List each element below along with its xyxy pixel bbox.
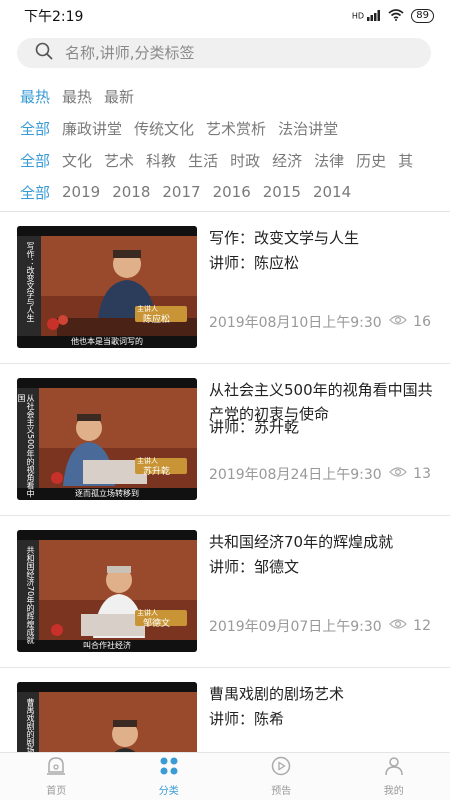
year-chip[interactable]: 2014 — [313, 183, 351, 201]
sort-chip[interactable]: 最热 — [20, 86, 50, 107]
year-chip[interactable]: 2017 — [162, 183, 200, 201]
tab-mine[interactable]: 我的 — [338, 753, 450, 800]
lecture-title[interactable]: 共和国经济70年的辉煌成就 — [209, 530, 441, 554]
status-time: 下午2:19 — [24, 9, 84, 25]
year-chip[interactable]: 全部 — [20, 182, 50, 203]
year-chip[interactable]: 2016 — [213, 183, 251, 201]
eye-icon — [389, 466, 408, 482]
lecturer-name: 讲师：陈希 — [209, 710, 285, 728]
lecture-meta: 2019年09月07日上午9:30 12 — [209, 616, 431, 636]
year-chip[interactable]: 2018 — [112, 183, 150, 201]
view-count: 12 — [389, 618, 431, 634]
category-chip[interactable]: 时政 — [230, 150, 260, 171]
category-icon — [158, 756, 180, 779]
list-item[interactable]: 曹禺戏剧的剧场艺术 曹禺戏剧的剧场艺术 讲师：陈希 — [0, 668, 450, 752]
eye-icon — [389, 618, 408, 634]
search-icon — [35, 42, 53, 64]
user-icon — [383, 756, 405, 779]
lecture-title[interactable]: 写作：改变文学与人生 — [209, 226, 441, 250]
topic-chip[interactable]: 廉政讲堂 — [62, 118, 122, 139]
lecture-date: 2019年08月24日上午9:30 — [209, 467, 382, 483]
video-thumbnail[interactable]: 共和国经济70年的辉煌成就 主讲人 邹德文 叫合作社经济 — [17, 530, 197, 652]
thumbnail-caption: 他也本是当歌词写的 — [71, 337, 143, 346]
lecture-meta: 2019年08月10日上午9:30 16 — [209, 312, 431, 332]
list-item[interactable]: 从社会主义500年的视角看中国 主讲人 苏升乾 逐而孤立场转移到 从社会主义50… — [0, 364, 450, 516]
play-icon — [270, 756, 292, 779]
video-thumbnail[interactable]: 写作：改变文学与人生 主讲人 陈应松 他也本是当歌词写的 — [17, 226, 197, 348]
category-chip[interactable]: 历史 — [356, 150, 386, 171]
list-item[interactable]: 共和国经济70年的辉煌成就 主讲人 邹德文 叫合作社经济 共和国经济70年的辉煌… — [0, 516, 450, 668]
thumbnail-badge-name: 苏升乾 — [143, 467, 171, 477]
battery-icon: 89 — [411, 9, 434, 23]
tab-preview[interactable]: 预告 — [225, 753, 338, 800]
thumbnail-caption: 逐而孤立场转移到 — [75, 489, 139, 498]
lecture-date: 2019年09月07日上午9:30 — [209, 619, 382, 635]
status-bar: 下午2:19 HD 89 — [0, 0, 450, 32]
video-thumbnail[interactable]: 曹禺戏剧的剧场艺术 — [17, 682, 197, 752]
lecturer-name: 讲师：苏升乾 — [209, 418, 300, 436]
year-filter-row: 全部 2019 2018 2017 2016 2015 2014 — [0, 176, 450, 208]
category-filter-row: 全部 文化 艺术 科教 生活 时政 经济 法律 历史 其 — [0, 144, 450, 176]
view-count: 13 — [389, 466, 431, 482]
topic-chip[interactable]: 全部 — [20, 118, 50, 139]
search-bar[interactable] — [17, 38, 431, 68]
thumbnail-caption: 叫合作社经济 — [83, 641, 131, 650]
sort-filter-row: 最热 最热 最新 — [0, 80, 450, 112]
thumbnail-side-title: 从社会主义500年的视角看中国 — [17, 394, 35, 498]
signal-icon: HD — [352, 10, 381, 22]
view-count: 16 — [389, 314, 431, 330]
category-chip[interactable]: 生活 — [188, 150, 218, 171]
lecture-date: 2019年08月10日上午9:30 — [209, 315, 382, 331]
bottom-tab-bar: 首页 分类 预告 我的 — [0, 752, 450, 800]
category-chip[interactable]: 法律 — [314, 150, 344, 171]
year-chip[interactable]: 2015 — [263, 183, 301, 201]
category-chip[interactable]: 全部 — [20, 150, 50, 171]
lecture-list: 写作：改变文学与人生 主讲人 陈应松 他也本是当歌词写的 写作：改变文学与人生 … — [0, 212, 450, 752]
lecturer-name: 讲师：陈应松 — [209, 254, 300, 272]
list-item[interactable]: 写作：改变文学与人生 主讲人 陈应松 他也本是当歌词写的 写作：改变文学与人生 … — [0, 212, 450, 364]
category-chip[interactable]: 其 — [398, 150, 413, 171]
thumbnail-side-title: 共和国经济70年的辉煌成就 — [26, 546, 35, 645]
video-thumbnail[interactable]: 从社会主义500年的视角看中国 主讲人 苏升乾 逐而孤立场转移到 — [17, 378, 197, 500]
category-chip[interactable]: 科教 — [146, 150, 176, 171]
topic-chip[interactable]: 传统文化 — [134, 118, 194, 139]
category-chip[interactable]: 经济 — [272, 150, 302, 171]
eye-icon — [389, 314, 408, 330]
filter-panel: 最热 最热 最新 全部 廉政讲堂 传统文化 艺术赏析 法治讲堂 全部 文化 艺术… — [0, 80, 450, 208]
sort-chip[interactable]: 最热 — [62, 86, 92, 107]
tab-category[interactable]: 分类 — [113, 753, 226, 800]
search-input[interactable] — [65, 44, 365, 62]
thumbnail-badge-name: 陈应松 — [143, 315, 171, 325]
topic-chip[interactable]: 法治讲堂 — [278, 118, 338, 139]
thumbnail-side-title: 写作：改变文学与人生 — [26, 242, 35, 322]
lecturer-name: 讲师：邹德文 — [209, 558, 300, 576]
topic-filter-row: 全部 廉政讲堂 传统文化 艺术赏析 法治讲堂 — [0, 112, 450, 144]
thumbnail-side-title: 曹禺戏剧的剧场艺术 — [26, 698, 35, 752]
status-icons: HD 89 — [352, 8, 434, 24]
lecture-title[interactable]: 曹禺戏剧的剧场艺术 — [209, 682, 441, 706]
topic-chip[interactable]: 艺术赏析 — [206, 118, 266, 139]
home-icon — [45, 756, 67, 779]
category-chip[interactable]: 艺术 — [104, 150, 134, 171]
year-chip[interactable]: 2019 — [62, 183, 100, 201]
tab-home[interactable]: 首页 — [0, 753, 113, 800]
lecture-meta: 2019年08月24日上午9:30 13 — [209, 464, 431, 484]
thumbnail-badge-name: 邹德文 — [143, 619, 171, 629]
wifi-icon — [388, 8, 404, 24]
sort-chip[interactable]: 最新 — [104, 86, 134, 107]
category-chip[interactable]: 文化 — [62, 150, 92, 171]
